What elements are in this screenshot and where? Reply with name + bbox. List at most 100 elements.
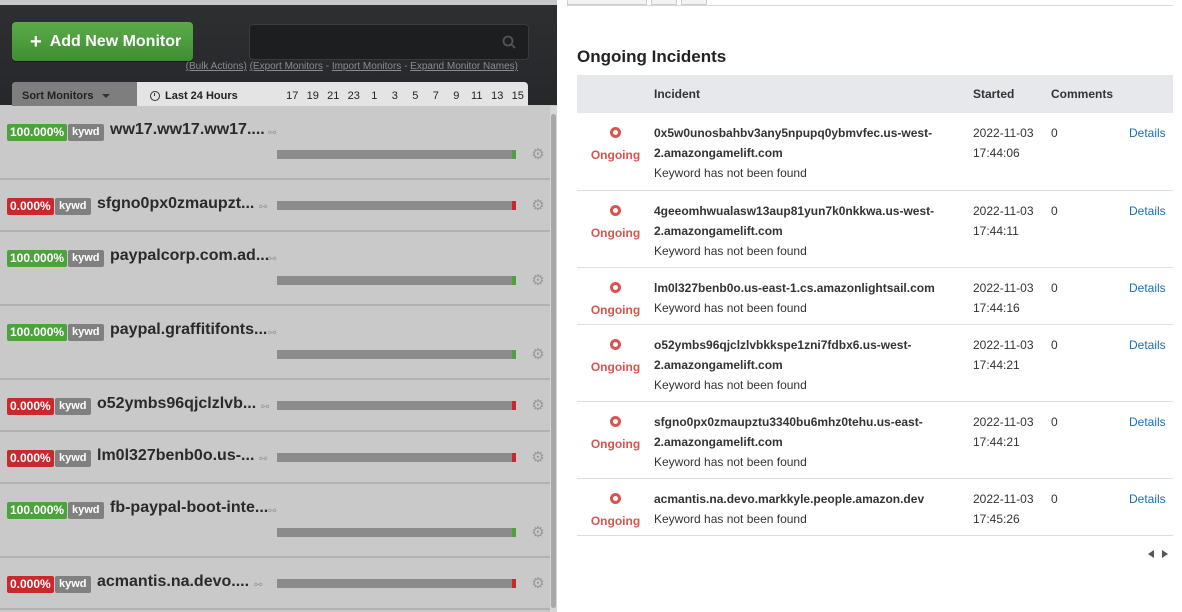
incident-started: 2022-11-03 17:44:11 [973,190,1051,268]
search-icon [502,35,516,49]
monitor-row[interactable]: 100.000% kywd paypal.graffitifonts... ⚯ ⚙ [0,306,550,380]
details-header [1129,75,1173,113]
time-range-selector[interactable]: Last 24 Hours [150,82,238,109]
gear-icon[interactable]: ⚙ [531,347,545,362]
incident-comments: 0 [1051,401,1129,479]
incident-time: 17:45:26 [973,511,1020,526]
incident-started: 2022-11-03 17:44:16 [973,267,1051,325]
gear-icon[interactable]: ⚙ [531,450,545,465]
incident-status: Ongoing [577,190,654,268]
monitor-name-link[interactable]: o52ymbs96qjclzlvb... [97,395,256,413]
monitor-row[interactable]: 100.000% kywd fb-paypal-boot-inte... ⚯ ⚙ [0,484,550,558]
hour-label: 17 [286,89,299,102]
incident-description: Keyword has not been found [654,511,807,526]
uptime-bar-status [512,579,516,588]
panel-tab-1[interactable] [567,0,647,5]
link-icon[interactable]: ⚯ [259,202,267,213]
add-new-monitor-label: Add New Monitor [49,32,182,50]
panel-tab-2[interactable] [651,0,677,5]
gear-icon[interactable]: ⚙ [531,576,545,591]
monitor-type-badge: kywd [55,398,91,415]
uptime-badge: 100.000% [7,502,68,519]
details-link[interactable]: Details [1129,267,1173,325]
incident-time: 17:44:06 [973,146,1020,160]
link-icon[interactable]: ⚯ [254,580,262,591]
prev-page-icon[interactable] [1148,550,1154,558]
incident-host: acmantis.na.devo.markkyle.people.amazon.… [654,491,925,506]
monitor-name-link[interactable]: sfgno0px0zmaupzt... [97,195,254,213]
monitor-name-link[interactable]: paypalcorp.com.ad... [110,247,269,265]
hour-label: 1 [371,89,378,102]
expand-monitor-names-link[interactable]: Expand Monitor Names) [410,61,518,72]
plus-icon: + [30,30,42,53]
incident-host-cont: 2.amazongamelift.com [654,357,783,372]
add-new-monitor-button[interactable]: + Add New Monitor [12,22,193,61]
monitor-name-link[interactable]: fb-paypal-boot-inte... [110,499,268,517]
uptime-bar-status [512,401,516,410]
link-icon[interactable]: ⚯ [268,328,276,339]
incident-status: Ongoing [577,401,654,479]
incident-date: 2022-11-03 [973,203,1034,218]
incident-comments: 0 [1051,190,1129,268]
started-header: Started [973,87,1015,101]
import-monitors-link[interactable]: Import Monitors [332,61,401,72]
monitor-list: 100.000% kywd ww17.ww17.ww17.... ⚯ ⚙ 0.000% ky… [0,106,550,610]
link-icon[interactable]: ⚯ [259,454,267,465]
monitor-panel: + Add New Monitor (Bulk Actions) (Export… [0,0,557,612]
monitor-name-link[interactable]: lm0l327benb0o.us-... [97,447,254,465]
sort-monitors-label: Sort Monitors [22,89,94,102]
monitor-row[interactable]: 0.000% kywd lm0l327benb0o.us-... ⚯ ⚙ [0,432,550,484]
monitor-list-scrollbar[interactable] [550,106,557,612]
incident-info: 4geeomhwualasw13aup81yun7k0nkkwa.us-west… [654,190,973,268]
incident-status: Ongoing [577,113,654,191]
monitor-name-link[interactable]: paypal.graffitifonts... [110,321,267,339]
monitor-name-link[interactable]: ww17.ww17.ww17.... [110,121,265,139]
details-link[interactable]: Details [1129,478,1173,536]
details-link[interactable]: Details [1129,113,1173,191]
monitor-row[interactable]: 100.000% kywd paypalcorp.com.ad... ⚯ ⚙ [0,232,550,306]
link-icon[interactable]: ⚯ [268,128,276,139]
panel-tabs [567,0,1173,6]
uptime-badge: 100.000% [7,124,68,141]
incident-description: Keyword has not been found [654,454,807,469]
incident-date: 2022-11-03 [973,337,1034,352]
details-link[interactable]: Details [1129,324,1173,402]
export-monitors-link[interactable]: (Export Monitors [250,61,323,72]
incident-info: lm0l327benb0o.us-east-1.cs.amazonlightsa… [654,267,973,325]
bulk-actions-link[interactable]: (Bulk Actions) [186,61,247,72]
gear-icon[interactable]: ⚙ [531,147,545,162]
link-icon[interactable]: ⚯ [261,402,269,413]
incident-description: Keyword has not been found [654,166,807,180]
incident-date: 2022-11-03 [973,126,1034,140]
incident-host: sfgno0px0zmaupztu3340bu6mhz0tehu.us-east… [654,414,923,429]
gear-icon[interactable]: ⚙ [531,525,545,540]
details-link[interactable]: Details [1129,190,1173,268]
incident-time: 17:44:16 [973,300,1020,315]
monitor-row[interactable]: 0.000% kywd sfgno0px0zmaupzt... ⚯ ⚙ [0,180,550,232]
scrollbar-thumb[interactable] [551,114,556,608]
monitor-row[interactable]: 0.000% kywd o52ymbs96qjclzlvb... ⚯ ⚙ [0,380,550,432]
panel-tab-3[interactable] [681,0,707,5]
link-icon[interactable]: ⚯ [268,254,276,265]
incident-status: Ongoing [577,478,654,536]
incident-status-label: Ongoing [590,148,641,162]
hour-label: 3 [391,89,398,102]
monitor-name-link[interactable]: acmantis.na.devo.... [97,573,249,591]
monitor-row[interactable]: 0.000% kywd acmantis.na.devo.... ⚯ ⚙ [0,558,550,610]
uptime-bar-status [512,528,516,537]
clock-icon [150,90,160,101]
uptime-badge: 0.000% [7,398,54,415]
link-icon[interactable]: ⚯ [268,506,276,517]
hour-label: 9 [453,89,460,102]
next-page-icon[interactable] [1162,550,1168,558]
incident-started: 2022-11-03 17:44:21 [973,401,1051,479]
gear-icon[interactable]: ⚙ [531,273,545,288]
sort-monitors-dropdown[interactable]: Sort Monitors [12,82,137,109]
monitor-row[interactable]: 100.000% kywd ww17.ww17.ww17.... ⚯ ⚙ [0,106,550,180]
details-link[interactable]: Details [1129,401,1173,479]
incidents-panel: Ongoing Incidents Incident Started Comme… [557,0,1182,612]
incident-status: Ongoing [577,324,654,402]
gear-icon[interactable]: ⚙ [531,398,545,413]
gear-icon[interactable]: ⚙ [531,198,545,213]
search-input[interactable] [249,24,529,60]
